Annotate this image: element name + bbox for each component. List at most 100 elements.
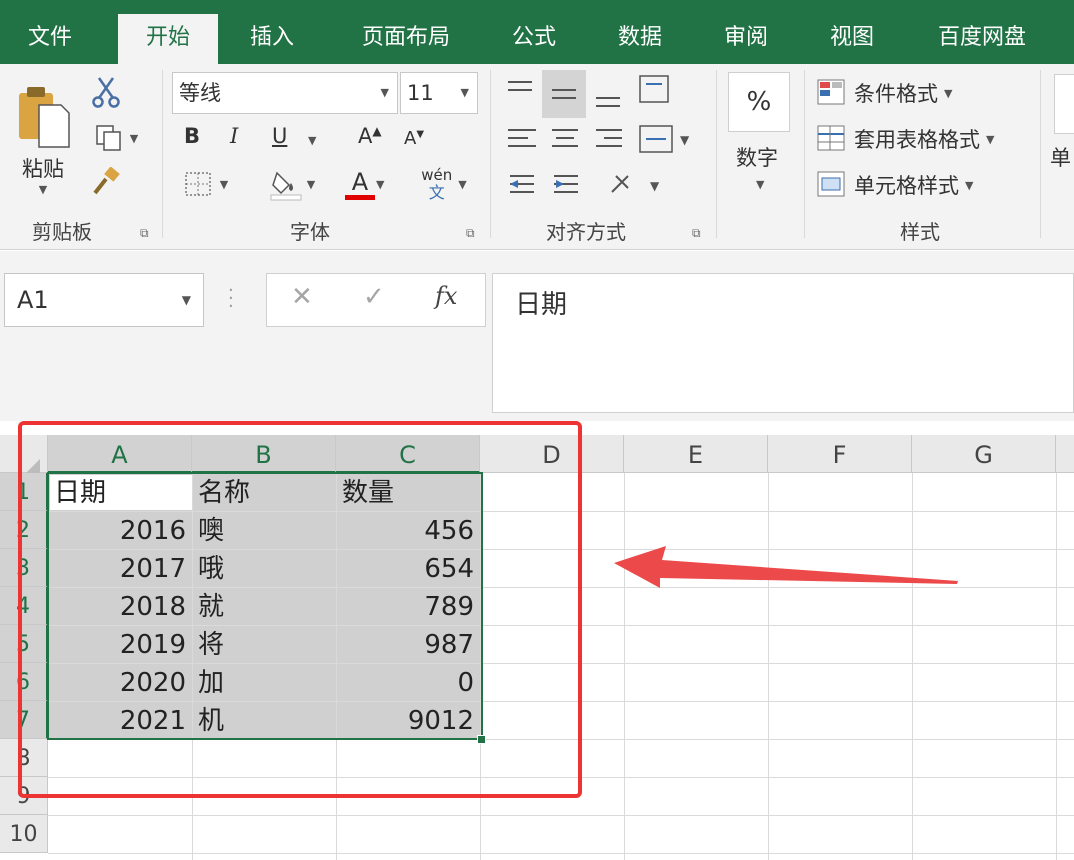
cell-styles-button[interactable]: 单元格样式 ▼ <box>816 166 1006 204</box>
alignment-icons: ▼ ▼ <box>508 70 690 193</box>
font-name-combo[interactable]: 等线 ▼ <box>172 72 398 114</box>
column-header-partial[interactable] <box>1056 435 1074 473</box>
tab-review[interactable]: 审阅 <box>698 0 794 64</box>
table-icon <box>817 125 845 151</box>
bold-button[interactable]: B <box>184 124 200 148</box>
chevron-down-icon: ▼ <box>306 177 316 191</box>
chevron-down-icon[interactable]: ▼ <box>308 134 316 147</box>
chevron-down-icon: ▼ <box>181 293 191 307</box>
ribbon-tab-bar: 文件 开始 插入 页面布局 公式 数据 审阅 视图 百度网盘 <box>0 0 1074 64</box>
tab-baidu-netdisk[interactable]: 百度网盘 <box>914 0 1050 64</box>
cells-insert-icon[interactable] <box>1054 74 1074 134</box>
insert-function-icon[interactable]: fx <box>435 282 457 310</box>
group-separator <box>1040 70 1041 238</box>
formula-buttons: ✕ ✓ fx <box>266 273 486 327</box>
conditional-formatting-button[interactable]: 条件格式 ▼ <box>816 74 1016 112</box>
fill-color-button[interactable]: ▼ <box>262 164 322 204</box>
number-label: 数字 <box>736 146 778 170</box>
font-size-value: 11 <box>407 81 434 105</box>
cells-partial-label: 单 <box>1050 146 1071 170</box>
phonetic-pinyin: wén <box>421 166 453 184</box>
formula-content: 日期 <box>515 290 568 320</box>
number-format-button[interactable]: % <box>728 72 790 132</box>
grid-line <box>912 473 913 860</box>
dialog-launcher-icon[interactable]: ⧉ <box>140 226 149 241</box>
group-separator <box>162 70 163 238</box>
chevron-down-icon[interactable]: ▼ <box>756 178 764 191</box>
dialog-launcher-icon[interactable]: ⧉ <box>466 226 475 241</box>
cell-styles-icon <box>817 171 845 197</box>
chevron-down-icon: ▼ <box>460 86 469 99</box>
chevron-down-icon: ▼ <box>38 182 48 196</box>
cancel-icon[interactable]: ✕ <box>291 282 313 312</box>
font-name-value: 等线 <box>179 81 221 105</box>
underline-button[interactable]: U <box>272 124 287 148</box>
clipboard-icon <box>19 86 70 148</box>
format-as-table-label: 套用表格格式 <box>854 128 980 152</box>
chevron-down-icon: ▼ <box>458 177 467 191</box>
phonetic-guide-button[interactable]: wén 文 ▼ <box>412 162 476 206</box>
chevron-down-icon: ▼ <box>380 86 389 99</box>
format-as-table-button[interactable]: 套用表格格式 ▼ <box>816 120 1026 158</box>
formula-bar-grip-icon[interactable]: · · · <box>228 282 235 316</box>
cut-button[interactable] <box>88 74 124 110</box>
percent-icon: % <box>746 87 772 117</box>
font-group-label: 字体 <box>290 220 330 244</box>
paste-button[interactable]: 粘贴 ▼ <box>12 78 74 202</box>
tab-data[interactable]: 数据 <box>592 0 688 64</box>
font-color-swatch <box>345 194 375 200</box>
highlight-rectangle <box>18 421 582 798</box>
formula-input[interactable]: 日期 <box>492 273 1074 413</box>
copy-icon <box>96 125 121 151</box>
tab-view[interactable]: 视图 <box>804 0 900 64</box>
tab-formulas[interactable]: 公式 <box>486 0 582 64</box>
chevron-down-icon: ▼ <box>986 132 995 146</box>
tab-home[interactable]: 开始 <box>118 14 218 64</box>
tab-insert[interactable]: 插入 <box>222 0 322 64</box>
group-separator <box>716 70 717 238</box>
decrease-font-size-button[interactable]: A▼ <box>404 128 424 149</box>
dialog-launcher-icon[interactable]: ⧉ <box>692 226 701 241</box>
svg-text:▼: ▼ <box>650 179 660 193</box>
chevron-down-icon[interactable]: ▼ <box>376 178 384 191</box>
scissors-icon <box>92 77 120 108</box>
grid-line <box>48 815 1074 816</box>
grid-line <box>48 853 1074 854</box>
ribbon: 粘贴 ▼ ▼ 剪贴板 ⧉ 等线 ▼ 11 ▼ B I U ▼ A▲ A▼ ▼ ▼… <box>0 64 1074 250</box>
paint-bucket-icon <box>270 171 302 201</box>
borders-button[interactable]: ▼ <box>176 168 236 200</box>
italic-button[interactable]: I <box>230 124 238 148</box>
grow-font-glyph: A <box>358 124 373 148</box>
cell-styles-label: 单元格样式 <box>854 174 959 198</box>
svg-text:▼: ▼ <box>680 133 690 147</box>
formula-bar-area: A1 ▼ · · · ✕ ✓ fx 日期 <box>0 251 1074 421</box>
grid-line <box>624 473 625 860</box>
enter-icon[interactable]: ✓ <box>363 282 385 312</box>
column-header-e[interactable]: E <box>624 435 768 473</box>
column-header-f[interactable]: F <box>768 435 912 473</box>
column-header-g[interactable]: G <box>912 435 1056 473</box>
font-color-letter: A <box>351 167 369 196</box>
grid-line <box>768 473 769 860</box>
chevron-down-icon: ▼ <box>219 177 229 191</box>
row-header-10[interactable]: 10 <box>0 815 48 853</box>
group-separator <box>490 70 491 238</box>
paintbrush-icon <box>93 167 120 195</box>
conditional-format-icon <box>817 79 845 105</box>
phonetic-char: 文 <box>428 183 445 202</box>
alignment-group-label: 对齐方式 <box>546 220 626 244</box>
grid-line <box>1056 473 1057 860</box>
name-box-value: A1 <box>17 286 49 314</box>
group-separator <box>804 70 805 238</box>
tab-page-layout[interactable]: 页面布局 <box>336 0 476 64</box>
chevron-down-icon: ▼ <box>129 131 139 145</box>
chevron-down-icon: ▼ <box>965 178 974 192</box>
tab-file[interactable]: 文件 <box>0 0 100 64</box>
name-box[interactable]: A1 ▼ <box>4 273 204 327</box>
styles-group-label: 样式 <box>900 220 940 244</box>
increase-font-size-button[interactable]: A▲ <box>358 124 382 148</box>
format-painter-button[interactable] <box>88 164 124 200</box>
font-size-combo[interactable]: 11 ▼ <box>400 72 478 114</box>
border-icon <box>185 172 211 196</box>
copy-button[interactable]: ▼ <box>86 120 146 156</box>
